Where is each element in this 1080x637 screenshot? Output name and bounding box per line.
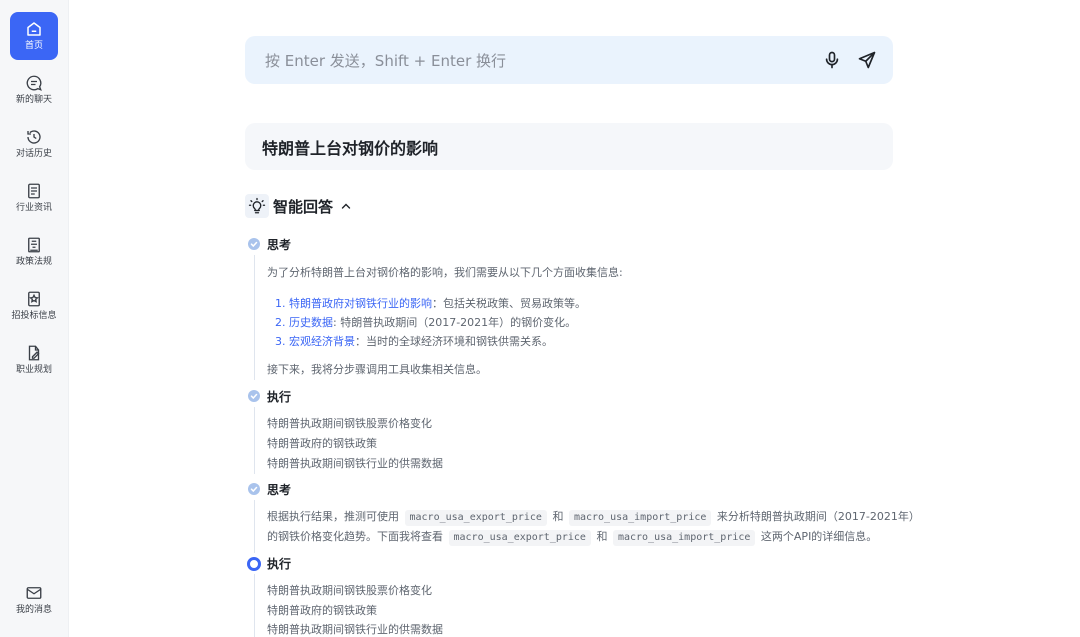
step-text: 为了分析特朗普上台对钢价格的影响，我们需要从以下几个方面收集信息: [267,266,623,279]
text-segment: 和 [552,510,564,523]
sidebar-item-label: 招投标信息 [11,311,57,321]
question-card: 特朗普上台对钢价的影响 [245,123,893,170]
step-text: 根据执行结果，推测可使用 macro_usa_export_price 和 ma… [267,510,920,526]
step-title: 思考 [267,238,292,252]
timeline-line [254,500,255,553]
sidebar-item-bidding[interactable]: 招投标信息 [10,282,58,330]
sidebar-item-label: 对话历史 [15,149,52,159]
chat-icon [25,74,43,92]
step-current-icon [247,557,261,571]
code-inline: macro_usa_export_price [404,510,547,526]
sidebar-item-policy[interactable]: 政策法规 [10,228,58,276]
answer-title: 智能回答 [273,197,334,216]
text-segment: 这两个API的详细信息。 [760,530,878,543]
list-item-rest: ：包括关税政策、贸易政策等。 [432,297,586,310]
step-text: 特朗普执政期间钢铁行业的供需数据 [267,623,443,636]
step-text: 特朗普执政期间钢铁股票价格变化 [267,584,432,597]
mic-icon[interactable] [822,50,842,70]
chat-input[interactable] [263,36,787,86]
list-number: 1. [275,297,286,310]
sidebar-item-home[interactable]: 首页 [10,12,58,60]
list-item: 1. 特朗普政府对钢铁行业的影响：包括关税政策、贸易政策等。 [275,297,586,311]
text-segment: 和 [596,530,608,543]
text-segment: 的钢铁价格变化趋势。下面我将查看 [267,530,443,543]
chat-input-bar [245,36,893,86]
list-item-head: 特朗普政府对钢铁行业的影响 [289,297,432,310]
policy-icon [25,236,43,254]
step-text: 特朗普执政期间钢铁行业的供需数据 [267,457,443,470]
sidebar-item-label: 政策法规 [15,257,52,267]
sidebar-item-label: 我的消息 [15,605,52,615]
question-text: 特朗普上台对钢价的影响 [262,138,439,158]
answer-header: 智能回答 [245,193,352,219]
list-item-rest: ：当时的全球经济环境和钢铁供需关系。 [355,335,553,348]
sidebar-item-label: 职业规划 [15,365,52,375]
career-icon [25,344,43,362]
list-number: 3. [275,335,286,348]
timeline-line [254,407,255,474]
sidebar-item-label: 新的聊天 [15,95,52,105]
news-icon [25,182,43,200]
step-text: 特朗普政府的钢铁政策 [267,604,377,617]
text-segment: 来分析特朗普执政期间（2017-2021年） [716,510,920,523]
history-icon [25,128,43,146]
step-done-check-icon [248,238,260,250]
step-text: 接下来，我将分步骤调用工具收集相关信息。 [267,363,487,376]
code-inline: macro_usa_export_price [448,530,591,546]
step-text: 特朗普政府的钢铁政策 [267,437,377,450]
sidebar-item-label: 行业资讯 [15,203,52,213]
step-done-check-icon [248,483,260,495]
timeline-line [254,255,255,380]
text-segment: 根据执行结果，推测可使用 [267,510,399,523]
list-item-rest: : 特朗普执政期间（2017-2021年）的钢价变化。 [333,316,577,329]
step-text: 的钢铁价格变化趋势。下面我将查看 macro_usa_export_price … [267,530,877,546]
mail-icon [25,584,43,602]
timeline-line [254,574,255,637]
list-item: 3. 宏观经济背景：当时的全球经济环境和钢铁供需关系。 [275,335,553,349]
lightbulb-icon [245,194,269,218]
step-title: 执行 [267,390,292,404]
code-inline: macro_usa_import_price [568,510,712,526]
step-title: 执行 [267,557,292,571]
sidebar-item-industry-news[interactable]: 行业资讯 [10,174,58,222]
sidebar-item-history[interactable]: 对话历史 [10,120,58,168]
home-icon [25,20,43,38]
sidebar-item-career[interactable]: 职业规划 [10,336,58,384]
step-done-check-icon [248,390,260,402]
step-text: 特朗普执政期间钢铁股票价格变化 [267,417,432,430]
chevron-up-icon[interactable] [340,200,352,212]
sidebar-item-messages[interactable]: 我的消息 [10,576,58,624]
code-inline: macro_usa_import_price [612,530,756,546]
sidebar-item-label: 首页 [24,41,43,51]
list-item-head: 宏观经济背景 [289,335,355,348]
list-item: 2. 历史数据: 特朗普执政期间（2017-2021年）的钢价变化。 [275,316,576,330]
bid-icon [25,290,43,308]
list-item-head: 历史数据 [289,316,333,329]
step-title: 思考 [267,483,292,497]
sidebar-item-new-chat[interactable]: 新的聊天 [10,66,58,114]
list-number: 2. [275,316,286,329]
sidebar: 首页 新的聊天 对话历史 行业资讯 政策法规 招投标信息 职业规划 我的消息 [0,0,69,637]
send-icon[interactable] [857,50,877,70]
